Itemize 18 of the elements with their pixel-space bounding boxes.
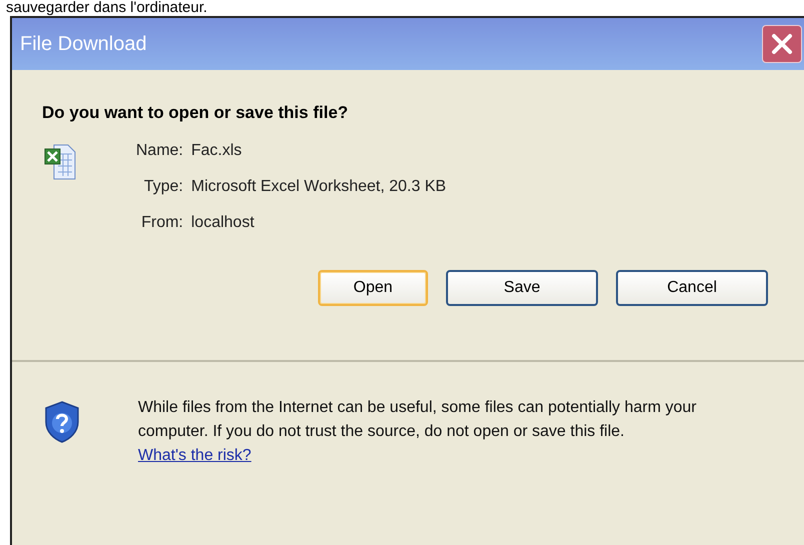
window-title: File Download <box>20 32 147 57</box>
question-heading: Do you want to open or save this file? <box>41 102 350 124</box>
dialog-button[interactable]: Save <box>446 270 598 306</box>
field-value: localhost <box>191 213 256 233</box>
field-value: Fac.xls <box>191 141 243 161</box>
page-text: sauvegarder dans l'ordinateur. <box>5 0 208 16</box>
dialog-button[interactable]: Open <box>318 270 428 306</box>
risk-link[interactable]: What's the risk? <box>138 447 252 464</box>
close-icon <box>771 33 793 55</box>
field-value: Microsoft Excel Worksheet, 20.3 KB <box>191 177 446 197</box>
dialog-button[interactable]: Cancel <box>616 270 768 306</box>
field-label: Type: <box>142 177 184 197</box>
field-label: From: <box>140 213 184 233</box>
warning-text: While files from the Internet can be useful, some files can potentially harm your computer. If you do not trust the source, do not open or save this file. What's the risk? <box>138 398 698 466</box>
field-label: Name: <box>136 141 184 161</box>
spreadsheet-file-icon <box>44 144 76 180</box>
shield-question-icon <box>44 400 80 444</box>
close-button[interactable] <box>762 25 802 63</box>
